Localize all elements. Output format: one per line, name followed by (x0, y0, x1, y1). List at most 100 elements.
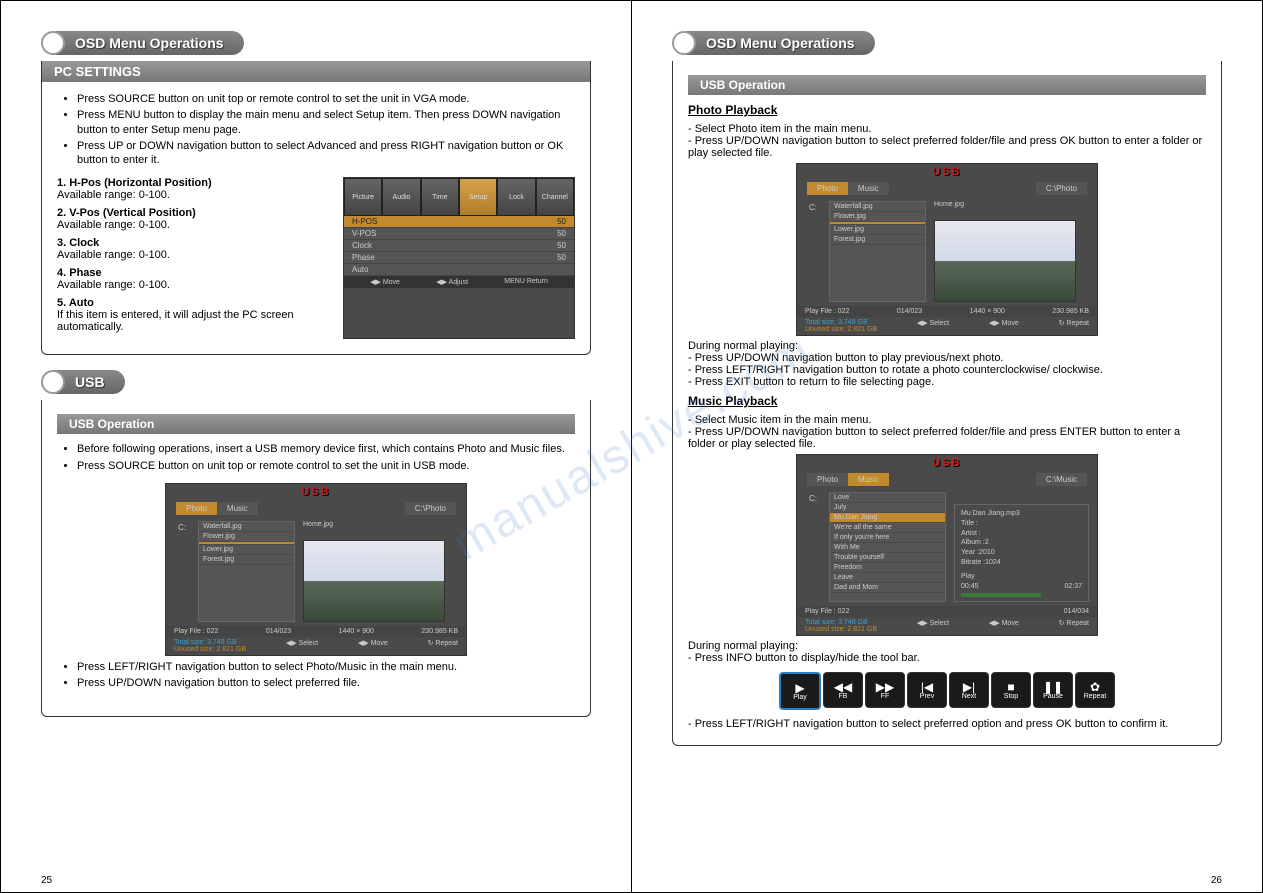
ff-button[interactable]: ▶▶FF (865, 672, 905, 708)
setting-desc: Available range: 0-100. (57, 189, 170, 201)
settings-list: 1. H-Pos (Horizontal Position)Available … (57, 177, 333, 339)
header-title-r: OSD Menu Operations (686, 31, 875, 55)
usb-path: C:\Music (1036, 473, 1087, 486)
drive-label: C: (805, 492, 821, 602)
control-hint: ↻ Repeat (1059, 619, 1089, 633)
usb-title: USB (797, 455, 1097, 471)
osd-footer-item: ◀▶ Move (370, 278, 400, 286)
section-header-osd-r: OSD Menu Operations (672, 31, 1222, 55)
play-icon: ▶ (795, 682, 804, 694)
osd-label: Clock (352, 241, 372, 250)
osd-value: 50 (557, 229, 566, 238)
forward-icon: ▶▶ (876, 681, 894, 693)
play-button[interactable]: ▶Play (779, 672, 821, 710)
next-button[interactable]: ▶|Next (949, 672, 989, 708)
file-row: Love (830, 493, 945, 503)
music-playback-title: Music Playback (688, 394, 1206, 408)
prev-button[interactable]: |◀Prev (907, 672, 947, 708)
total-size: Total size: 3.748 GB (805, 319, 877, 326)
osd-footer-item: MENU Return (504, 278, 548, 286)
drive-label: C: (805, 201, 821, 302)
setting-title: 4. Phase (57, 267, 102, 279)
play-current: 00:45 (961, 582, 979, 592)
osd-tab: Setup (459, 178, 497, 216)
page-left: OSD Menu Operations PC SETTINGS Press SO… (1, 1, 632, 892)
stop-icon: ■ (1007, 681, 1014, 693)
file-row: Dad and Mom (830, 583, 945, 593)
file-row: If only you're here (830, 533, 945, 543)
osd-label: V-POS (352, 229, 376, 238)
usb-tab: Music (848, 473, 889, 486)
usb-sub-header: USB Operation (57, 414, 575, 434)
play-total: 02:37 (1064, 582, 1082, 592)
control-hint: ◀▶ Select (917, 319, 949, 333)
preview-filename: Home.jpg (934, 201, 1089, 208)
unused-size: Unused size: 2.821 GB (805, 326, 877, 333)
info-label: Artist : (961, 529, 981, 539)
right-content-box: USB Operation Photo Playback - Select Ph… (672, 61, 1222, 746)
info-value: 2 (985, 538, 989, 548)
file-row: Forest.jpg (199, 555, 294, 565)
btn-label: Next (962, 693, 976, 700)
control-hint: ◀▶ Select (286, 639, 318, 653)
unused-size: Unused size: 2.821 GB (174, 646, 246, 653)
photo-note: - Press LEFT/RIGHT navigation button to … (688, 364, 1206, 376)
file-row: Lower.jpg (830, 225, 925, 235)
info-label: Bitrate : (961, 558, 985, 568)
osd-value: 50 (557, 217, 566, 226)
filesize: 230.985 KB (421, 628, 458, 635)
file-row: Forest.jpg (830, 235, 925, 245)
file-row: Leave (830, 573, 945, 583)
file-row: Flower.jpg (830, 212, 925, 222)
info-label: Title : (961, 519, 978, 529)
control-hint: ◀▶ Move (989, 319, 1019, 333)
stop-button[interactable]: ■Stop (991, 672, 1031, 708)
preview-image (303, 540, 445, 622)
osd-tab: Channel (536, 178, 574, 216)
osd-tab: Lock (497, 178, 535, 216)
file-row: July (830, 503, 945, 513)
file-row: Waterfall.jpg (830, 202, 925, 212)
pc-settings-box: PC SETTINGS Press SOURCE button on unit … (41, 61, 591, 355)
control-hint: ◀▶ Move (358, 639, 388, 653)
play-count: 014/034 (1064, 608, 1089, 615)
control-hint: ↻ Repeat (428, 639, 458, 653)
setting-title: 5. Auto (57, 297, 94, 309)
file-row: Waterfall.jpg (199, 522, 294, 532)
music-note-1: - Press INFO button to display/hide the … (688, 652, 1206, 664)
photo-intro-2: - Press UP/DOWN navigation button to sel… (688, 135, 1206, 159)
music-intro-2: - Press UP/DOWN navigation button to sel… (688, 426, 1206, 450)
repeat-button[interactable]: ✿Repeat (1075, 672, 1115, 708)
setting-title: 2. V-Pos (Vertical Position) (57, 207, 196, 219)
during-label-2: During normal playing: (688, 640, 1206, 652)
photo-note: - Press EXIT button to return to file se… (688, 376, 1206, 388)
play-label: Play (961, 572, 1082, 582)
osd-value: 50 (557, 253, 566, 262)
file-row: Trouble yourself (830, 553, 945, 563)
total-size: Total size: 3.748 GB (805, 619, 877, 626)
pause-button[interactable]: ❚❚Pause (1033, 672, 1073, 708)
usb-bullets-2: Press LEFT/RIGHT navigation button to se… (57, 660, 575, 691)
fb-button[interactable]: ◀◀FB (823, 672, 863, 708)
repeat-icon: ✿ (1090, 681, 1100, 693)
usb-title: USB (166, 484, 466, 500)
btn-label: Stop (1004, 693, 1018, 700)
bullet-item: Press UP or DOWN navigation button to se… (77, 139, 575, 168)
usb-tab: Photo (176, 502, 217, 515)
photo-intro-1: - Select Photo item in the main menu. (688, 123, 1206, 135)
preview-filename: Home.jpg (303, 521, 458, 528)
file-row: With Me (830, 543, 945, 553)
pause-icon: ❚❚ (1043, 681, 1063, 693)
during-label: During normal playing: (688, 340, 1206, 352)
osd-tab: Audio (382, 178, 420, 216)
file-row: Freedom (830, 563, 945, 573)
file-row: Flower.jpg (199, 532, 294, 542)
usb-tab: Photo (807, 473, 848, 486)
osd-tab: Time (421, 178, 459, 216)
usb-tab: Photo (807, 182, 848, 195)
usb-title: USB (797, 164, 1097, 180)
total-size: Total size: 3.748 GB (174, 639, 246, 646)
usb-header: USB (55, 370, 125, 394)
osd-footer-item: ◀▶ Adjust (436, 278, 468, 286)
bullet-item: Before following operations, insert a US… (77, 442, 575, 456)
